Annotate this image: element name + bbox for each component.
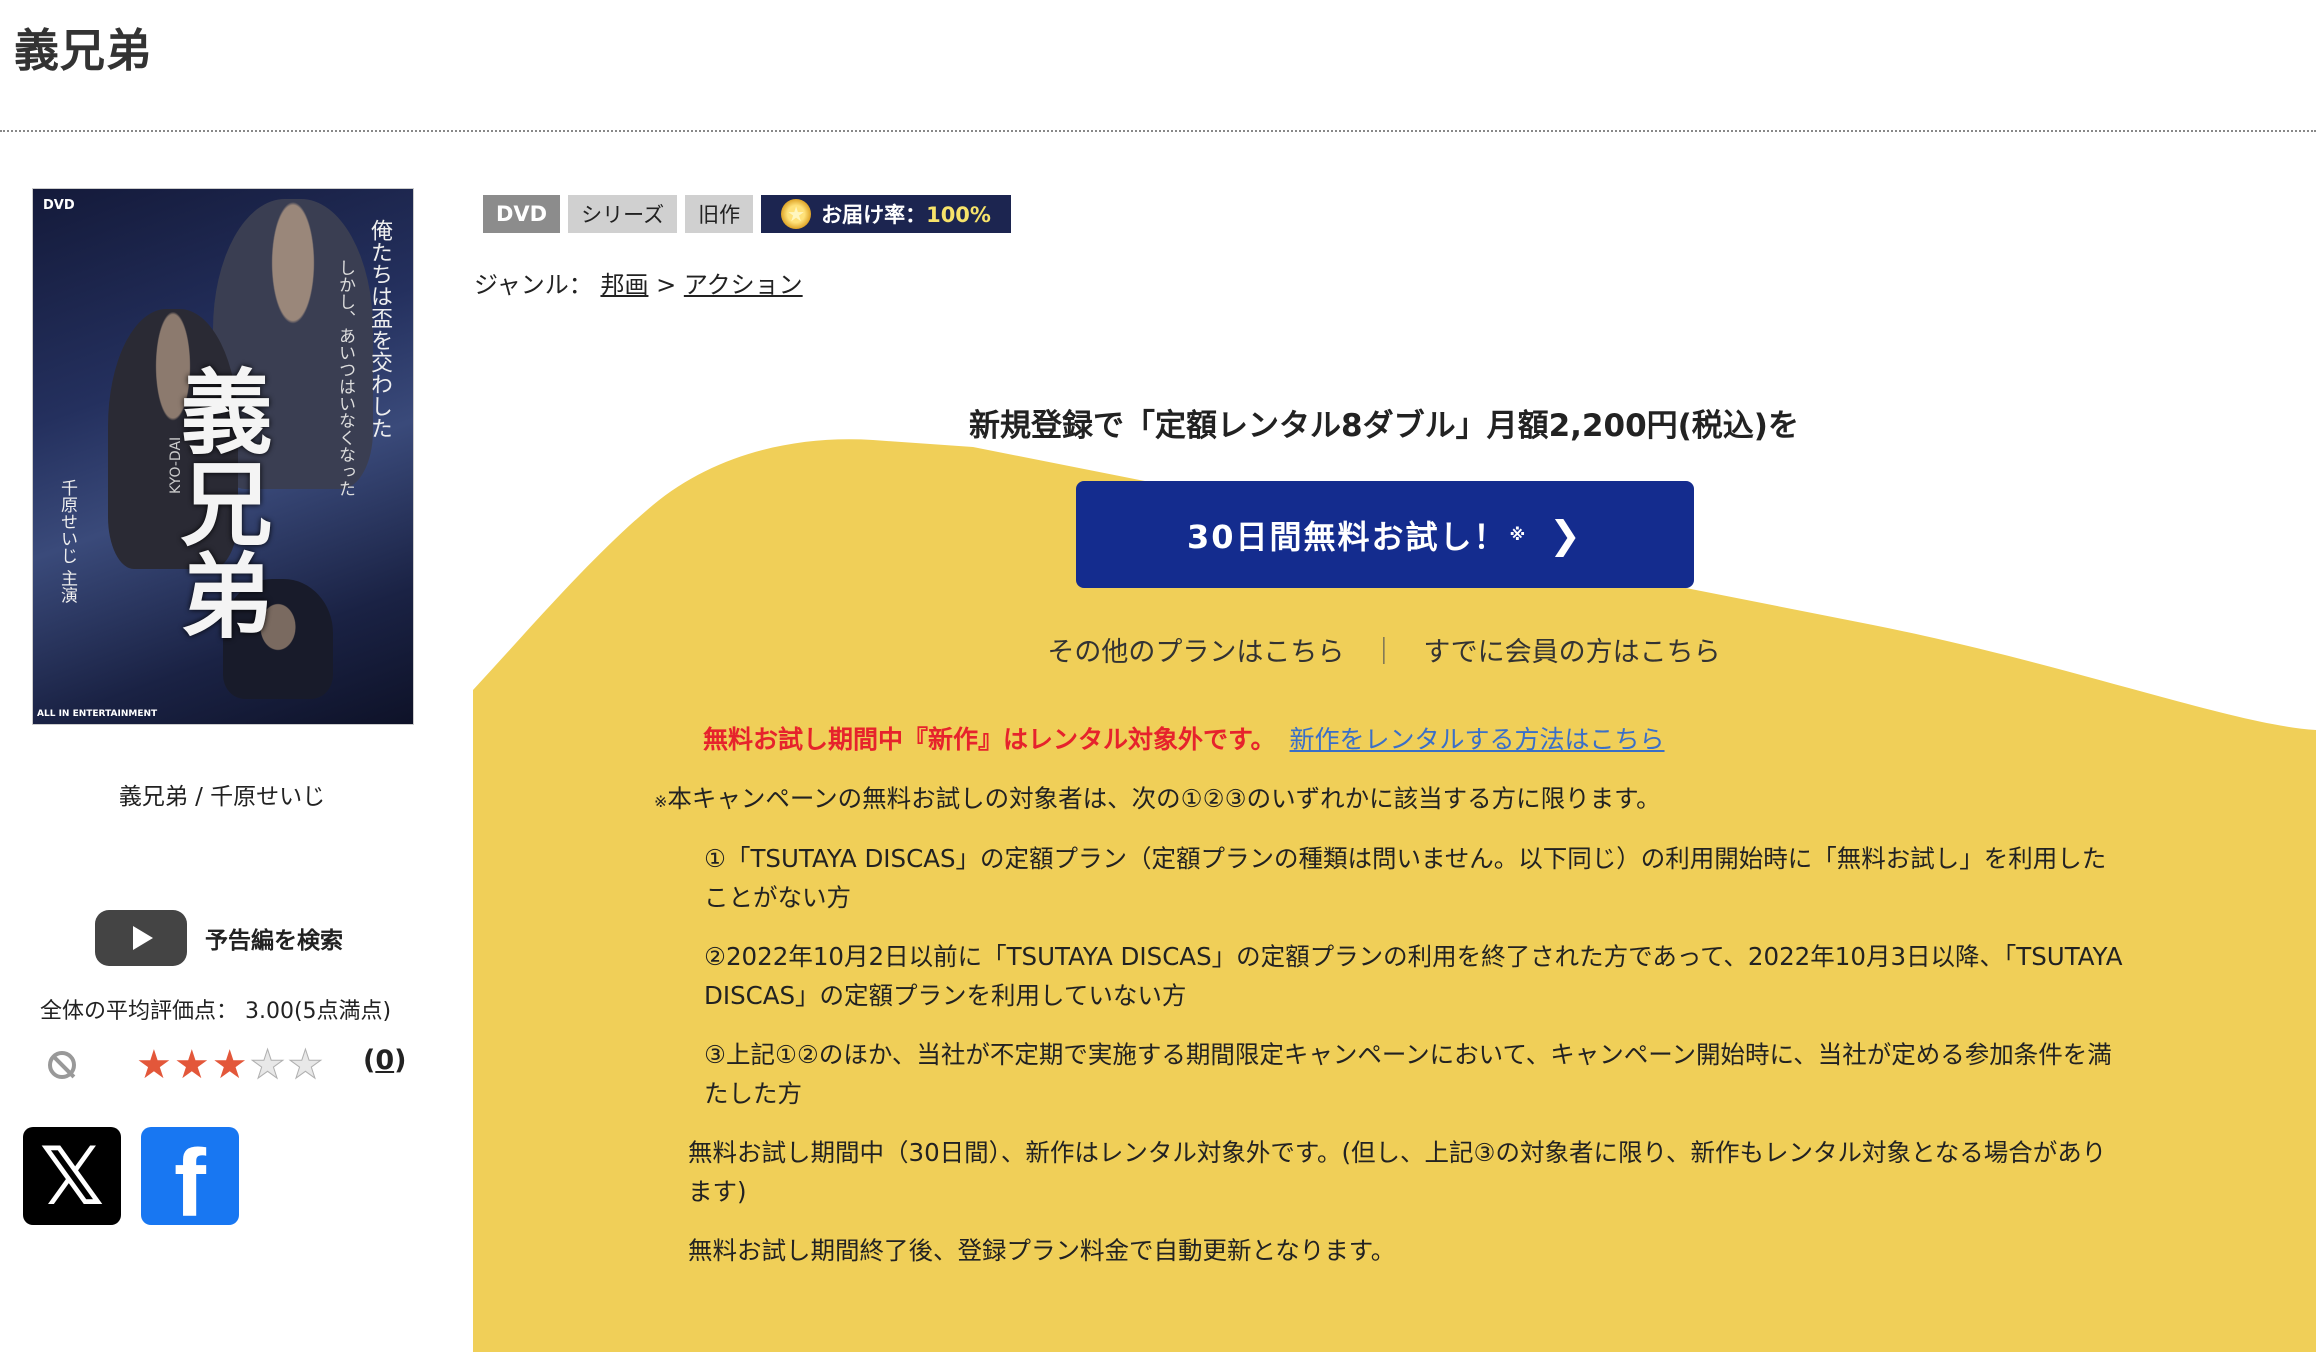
new-release-warning: 無料お試し期間中『新作』はレンタル対象外です。 新作をレンタルする方法はこちら <box>703 720 1665 756</box>
campaign-headline: 新規登録で「定額レンタル8ダブル」月額2,200円(税込)を <box>969 408 1799 444</box>
product-tags: DVD シリーズ 旧作 ★ お届け率：100% <box>483 195 1011 233</box>
new-release-rental-link[interactable]: 新作をレンタルする方法はこちら <box>1290 725 1665 754</box>
cover-label-logo: ALL IN ENTERTAINMENT <box>37 709 158 719</box>
tag-series: シリーズ <box>568 195 678 233</box>
new-release-warning-text: 無料お試し期間中『新作』はレンタル対象外です。 <box>703 725 1276 754</box>
x-share-button[interactable]: 𝕏 <box>23 1127 121 1225</box>
star-filled-icon[interactable]: ★ <box>136 1042 174 1088</box>
cover-tagline: 俺たちは盃を交わした <box>367 219 392 439</box>
dvd-cover-image[interactable]: DVD 俺たちは盃を交わした しかし、あいつはいなくなった 義兄弟 KYO-DA… <box>32 188 414 725</box>
campaign-terms: ※本キャンペーンの無料お試しの対象者は、次の①②③のいずれかに該当する方に限りま… <box>654 779 2124 1270</box>
cover-tagline-sub: しかし、あいつはいなくなった <box>335 259 355 497</box>
title-divider <box>0 130 2316 132</box>
genre-link-action[interactable]: アクション <box>684 271 803 299</box>
member-login-link[interactable]: すでに会員の方はこちら <box>1423 637 1720 668</box>
terms-renewal-note: 無料お試し期間終了後、登録プラン料金で自動更新となります。 <box>688 1236 1396 1265</box>
plan-link-separator: ｜ <box>1370 637 1398 668</box>
review-count[interactable]: (0) <box>363 1045 406 1076</box>
tag-dvd: DVD <box>483 195 561 233</box>
star-filled-icon[interactable]: ★ <box>174 1042 212 1088</box>
delivery-rate-label: お届け率： <box>821 203 927 227</box>
facebook-share-button[interactable]: f <box>141 1127 239 1225</box>
chevron-right-icon: ❯ <box>1549 512 1583 557</box>
terms-intro: ※本キャンペーンの無料お試しの対象者は、次の①②③のいずれかに該当する方に限りま… <box>654 784 1661 813</box>
genre-link-houga[interactable]: 邦画 <box>600 271 648 299</box>
tag-old-release: 旧作 <box>685 195 754 233</box>
star-filled-icon[interactable]: ★ <box>212 1042 250 1088</box>
rating-row: ★★★★★ (0) <box>48 1042 406 1088</box>
play-icon <box>95 910 187 966</box>
no-entry-icon[interactable] <box>48 1051 76 1079</box>
cover-cast: 千原せいじ 主演 <box>57 479 77 604</box>
delivery-rate-value: 100% <box>926 203 991 227</box>
plan-links: その他のプランはこちら ｜ すでに会員の方はこちら <box>474 630 2294 669</box>
cover-title: 義兄弟 <box>165 364 273 640</box>
terms-condition-1: ①「TSUTAYA DISCAS」の定額プラン（定額プランの種類は問いません。以… <box>704 844 2107 912</box>
terms-condition-2: ②2022年10月2日以前に「TSUTAYA DISCAS」の定額プランの利用を… <box>704 942 2123 1010</box>
free-trial-label: 30日間無料お試し！ <box>1187 517 1508 556</box>
x-logo-icon: 𝕏 <box>39 1129 105 1223</box>
trailer-search-label: 予告編を検索 <box>205 928 343 954</box>
genre-breadcrumb: ジャンル： 邦画 > アクション <box>474 265 803 300</box>
trailer-search-button[interactable]: 予告編を検索 <box>95 910 343 966</box>
tag-delivery-rate: ★ お届け率：100% <box>761 195 1011 233</box>
terms-trial-note: 無料お試し期間中（30日間）、新作はレンタル対象外です。(但し、上記③の対象者に… <box>688 1138 2107 1206</box>
genre-separator: > <box>656 271 677 299</box>
product-caption: 義兄弟 / 千原せいじ <box>118 784 326 810</box>
page-title: 義兄弟 <box>14 24 153 77</box>
star-empty-icon[interactable]: ★ <box>287 1042 325 1088</box>
terms-condition-3: ③上記①②のほか、当社が不定期で実施する期間限定キャンペーンにおいて、キャンペー… <box>704 1040 2112 1108</box>
facebook-logo-icon: f <box>174 1130 206 1225</box>
cover-romaji: KYO-DAI <box>168 436 184 494</box>
free-trial-button[interactable]: 30日間無料お試し！ ※ ❯ <box>1076 481 1694 588</box>
star-rating[interactable]: ★★★★★ <box>136 1042 325 1088</box>
review-count-link[interactable]: 0 <box>375 1045 394 1076</box>
star-empty-icon[interactable]: ★ <box>249 1042 288 1088</box>
other-plans-link[interactable]: その他のプランはこちら <box>1047 637 1344 668</box>
star-medal-icon: ★ <box>781 199 812 229</box>
free-trial-note-mark: ※ <box>1509 525 1528 544</box>
average-rating-text: 全体の平均評価点： 3.00(5点満点) <box>40 999 392 1024</box>
cover-dvd-mark: DVD <box>43 198 75 213</box>
genre-label: ジャンル： <box>474 271 593 299</box>
